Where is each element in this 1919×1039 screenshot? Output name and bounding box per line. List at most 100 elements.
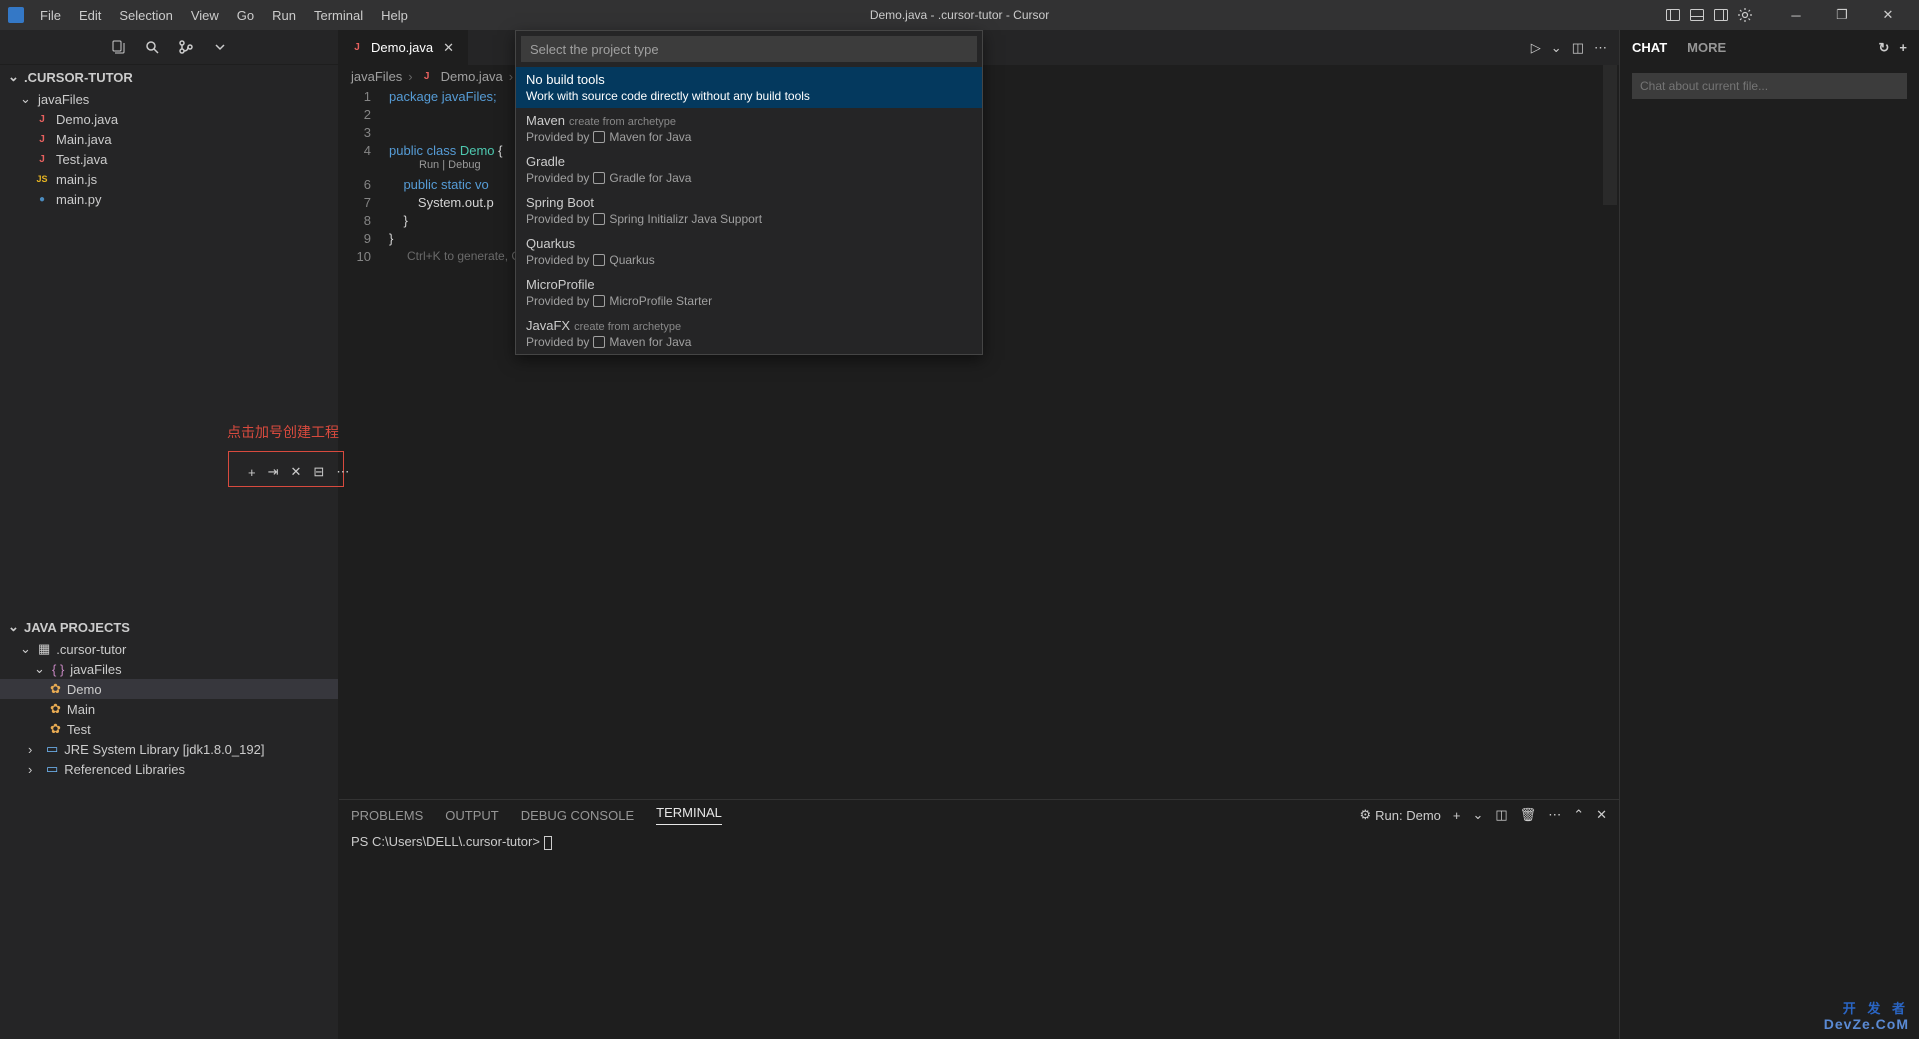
split-editor-icon[interactable]: ◫ xyxy=(1572,40,1584,56)
sync-icon[interactable]: ⇥ xyxy=(268,464,279,480)
quickpick-item[interactable]: Gradle Provided by Gradle for Java xyxy=(516,149,982,190)
add-project-icon[interactable]: + xyxy=(248,465,256,480)
tab-terminal[interactable]: TERMINAL xyxy=(656,805,722,825)
close-button[interactable]: ✕ xyxy=(1865,0,1911,30)
menu-selection[interactable]: Selection xyxy=(111,4,180,27)
chevron-down-icon[interactable] xyxy=(212,39,228,55)
menu-view[interactable]: View xyxy=(183,4,227,27)
minimize-button[interactable]: ─ xyxy=(1773,0,1819,30)
file-item[interactable]: JTest.java xyxy=(0,149,338,169)
code-line-1: package javaFiles; xyxy=(389,89,497,104)
history-icon[interactable]: ↻ xyxy=(1879,40,1890,56)
source-control-icon[interactable] xyxy=(178,39,194,55)
run-config[interactable]: ⚙ Run: Demo xyxy=(1359,807,1440,823)
chevron-down-icon: ⌄ xyxy=(20,91,32,107)
trash-icon[interactable]: 🗑 xyxy=(1520,807,1537,823)
chevron-down-icon: ⌄ xyxy=(8,619,20,635)
layout-bottom-icon[interactable] xyxy=(1689,7,1705,23)
class-label: Demo xyxy=(67,682,102,697)
class-icon: ✿ xyxy=(50,681,61,697)
menu-help[interactable]: Help xyxy=(373,4,416,27)
minimap[interactable] xyxy=(1603,65,1617,205)
quickpick-item[interactable]: Mavencreate from archetypeProvided by Ma… xyxy=(516,108,982,149)
menu-file[interactable]: File xyxy=(32,4,69,27)
quickpick-input[interactable] xyxy=(521,36,977,62)
explorer-root-label: .CURSOR-TUTOR xyxy=(24,70,133,85)
folder-javafiles[interactable]: ⌄ javaFiles xyxy=(0,89,338,109)
more-icon[interactable]: ⋯ xyxy=(1548,807,1561,823)
class-icon: ✿ xyxy=(50,721,61,737)
watermark: 开 发 者 DevZe.CoM xyxy=(1824,1001,1909,1033)
file-item[interactable]: JSmain.js xyxy=(0,169,338,189)
library-icon: ▭ xyxy=(46,741,58,757)
tab-more[interactable]: MORE xyxy=(1687,40,1726,55)
split-terminal-icon[interactable]: ◫ xyxy=(1495,807,1507,823)
breadcrumb-folder[interactable]: javaFiles xyxy=(351,69,402,84)
terminal-content[interactable]: PS C:\Users\DELL\.cursor-tutor> xyxy=(339,830,1619,854)
qp-item-title: Gradle xyxy=(526,154,565,169)
class-icon: ✿ xyxy=(50,701,61,717)
quickpick-item[interactable]: MicroProfileProvided by MicroProfile Sta… xyxy=(516,272,982,313)
search-icon[interactable] xyxy=(144,39,160,55)
maximize-panel-icon[interactable]: ⌃ xyxy=(1573,807,1584,823)
tab-output[interactable]: OUTPUT xyxy=(445,808,498,823)
tab-debug-console[interactable]: DEBUG CONSOLE xyxy=(521,808,634,823)
class-item[interactable]: ✿Test xyxy=(0,719,338,739)
extension-icon xyxy=(593,254,605,266)
menu-run[interactable]: Run xyxy=(264,4,304,27)
menu-terminal[interactable]: Terminal xyxy=(306,4,371,27)
explorer-header[interactable]: ⌄ .CURSOR-TUTOR xyxy=(0,65,338,89)
run-dropdown-icon[interactable]: ⌄ xyxy=(1551,40,1562,56)
tab-demo-java[interactable]: J Demo.java ✕ xyxy=(339,30,469,65)
layout-right-icon[interactable] xyxy=(1713,7,1729,23)
tab-chat[interactable]: CHAT xyxy=(1632,40,1667,55)
qp-item-provider: Provided by Maven for Java xyxy=(526,335,972,349)
java-projects-header[interactable]: ⌄ JAVA PROJECTS xyxy=(0,615,338,639)
file-icon: J xyxy=(34,131,50,147)
close-icon[interactable]: ✕ xyxy=(439,40,458,56)
chevron-right-icon: › xyxy=(28,762,40,777)
jp-ref-libs[interactable]: › ▭ Referenced Libraries xyxy=(0,759,338,779)
menu-edit[interactable]: Edit xyxy=(71,4,109,27)
quickpick-item[interactable]: QuarkusProvided by Quarkus xyxy=(516,231,982,272)
file-item[interactable]: JDemo.java xyxy=(0,109,338,129)
quickpick-item[interactable]: No build toolsWork with source code dire… xyxy=(516,67,982,108)
extension-icon xyxy=(593,336,605,348)
chevron-down-icon: ⌄ xyxy=(20,641,32,657)
run-icon[interactable]: ▷ xyxy=(1531,40,1541,56)
more-icon[interactable]: ⋯ xyxy=(1594,40,1607,56)
layout-left-icon[interactable] xyxy=(1665,7,1681,23)
files-icon[interactable] xyxy=(110,39,126,55)
close-panel-icon[interactable]: ✕ xyxy=(1596,807,1607,823)
file-icon: ● xyxy=(34,191,50,207)
new-chat-icon[interactable]: + xyxy=(1899,40,1907,56)
quickpick-item[interactable]: Spring BootProvided by Spring Initializr… xyxy=(516,190,982,231)
tab-problems[interactable]: PROBLEMS xyxy=(351,808,423,823)
new-terminal-icon[interactable]: + xyxy=(1453,808,1461,823)
window-title: Demo.java - .cursor-tutor - Cursor xyxy=(870,8,1049,22)
file-label: Main.java xyxy=(56,132,112,147)
qp-item-provider: Provided by Gradle for Java xyxy=(526,171,972,185)
chat-input[interactable] xyxy=(1632,73,1907,99)
class-item[interactable]: ✿ Demo xyxy=(0,679,338,699)
jp-root[interactable]: ⌄ ▦ .cursor-tutor xyxy=(0,639,338,659)
qp-item-hint: create from archetype xyxy=(569,116,676,128)
terminal-dropdown-icon[interactable]: ⌄ xyxy=(1472,807,1483,823)
file-item[interactable]: ●main.py xyxy=(0,189,338,209)
file-item[interactable]: J Main.java xyxy=(0,129,338,149)
tab-label: Demo.java xyxy=(371,40,433,55)
jp-package[interactable]: ⌄ { } javaFiles xyxy=(0,659,338,679)
maximize-button[interactable]: ❐ xyxy=(1819,0,1865,30)
terminal-prompt: PS C:\Users\DELL\.cursor-tutor> xyxy=(351,834,544,849)
quickpick-item[interactable]: JavaFXcreate from archetypeProvided by M… xyxy=(516,313,982,354)
gear-icon[interactable] xyxy=(1737,7,1753,23)
class-item[interactable]: ✿Main xyxy=(0,699,338,719)
menu-go[interactable]: Go xyxy=(229,4,262,27)
window-controls: ─ ❐ ✕ xyxy=(1773,0,1911,30)
build-icon[interactable]: ✕ xyxy=(291,464,302,480)
chevron-right-icon: › xyxy=(28,742,40,757)
breadcrumb-file[interactable]: Demo.java xyxy=(441,69,503,84)
jp-jre[interactable]: › ▭ JRE System Library [jdk1.8.0_192] xyxy=(0,739,338,759)
more-icon[interactable]: ⋯ xyxy=(336,464,349,480)
collapse-icon[interactable]: ⊟ xyxy=(313,464,324,480)
